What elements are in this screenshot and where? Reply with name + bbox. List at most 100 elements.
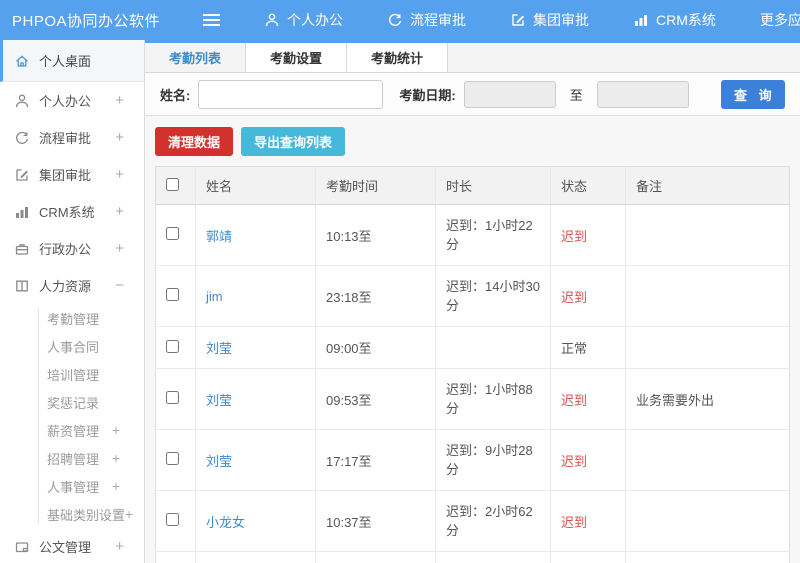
duration-cell: 迟到：14小时30分: [435, 265, 551, 327]
sidebar-subitem-salary-mgmt[interactable]: 薪资管理 +: [0, 416, 144, 444]
date-filter-label: 考勤日期:: [399, 87, 456, 103]
expand-icon[interactable]: +: [125, 506, 143, 522]
sidebar-subitem-basic-category-settings[interactable]: 基础类别设置 +: [0, 500, 144, 528]
expand-icon[interactable]: +: [115, 240, 130, 257]
duration-cell: 迟到：9小时28分: [435, 429, 551, 491]
sidebar-item-document-mgmt[interactable]: 公文管理 +: [0, 528, 144, 563]
sidebar-subitem-personnel-mgmt[interactable]: 人事管理 +: [0, 472, 144, 500]
status-badge: 迟到: [561, 514, 588, 530]
table-row: 刘莹 09:00至 正常: [155, 326, 790, 369]
attendance-time: 09:53至: [315, 368, 436, 430]
nav-workflow-approval[interactable]: 流程审批: [387, 10, 466, 30]
row-checkbox[interactable]: [166, 227, 179, 240]
flow-icon: [14, 130, 30, 146]
row-checkbox[interactable]: [166, 288, 179, 301]
chart-icon: [14, 204, 30, 220]
remark-cell: [625, 490, 790, 552]
expand-icon[interactable]: +: [112, 450, 130, 466]
tab-attendance-list[interactable]: 考勤列表: [145, 43, 247, 72]
sidebar-subitem-recruit-mgmt[interactable]: 招聘管理 +: [0, 444, 144, 472]
tab-attendance-stats[interactable]: 考勤统计: [347, 43, 449, 72]
col-time: 考勤时间: [315, 166, 436, 205]
duration-cell: [435, 326, 551, 369]
select-all-checkbox[interactable]: [166, 177, 179, 191]
employee-name-link[interactable]: jim: [206, 289, 223, 304]
edit-icon: [510, 12, 526, 28]
main-panel: 考勤列表 考勤设置 考勤统计 姓名: 考勤日期: 至 查 询 清理数据 导出查询…: [145, 40, 800, 563]
employee-name-link[interactable]: 小龙女: [206, 515, 245, 530]
tab-bar: 考勤列表 考勤设置 考勤统计: [145, 43, 800, 73]
sidebar-item-workflow-approval[interactable]: 流程审批 +: [0, 119, 144, 156]
date-to-input[interactable]: [596, 80, 689, 108]
tab-attendance-settings[interactable]: 考勤设置: [246, 43, 348, 72]
expand-icon[interactable]: +: [112, 478, 130, 494]
table-row: 郭靖 10:13至 迟到：1小时22分 迟到: [155, 204, 790, 266]
remark-cell: [625, 429, 790, 491]
date-to-label: 至: [569, 87, 583, 103]
col-duration: 时长: [435, 166, 551, 205]
col-remark: 备注: [625, 166, 790, 205]
edit-icon: [14, 167, 30, 183]
remark-cell: 1111: [625, 551, 790, 563]
top-nav: 个人办公 流程审批 集团审批 CRM系统 更多应用 ▼: [145, 10, 800, 30]
table-row: 刘莹 09:53至 迟到：1小时88分 迟到 业务需要外出: [155, 368, 790, 430]
sidebar-item-human-resources[interactable]: 人力资源 −: [0, 267, 144, 304]
sidebar-item-personal-office[interactable]: 个人办公 +: [0, 82, 144, 119]
status-badge: 迟到: [561, 453, 588, 469]
row-checkbox[interactable]: [166, 339, 179, 353]
search-button[interactable]: 查 询: [720, 79, 785, 109]
expand-icon[interactable]: +: [115, 166, 130, 183]
row-checkbox[interactable]: [166, 452, 179, 465]
name-filter-input[interactable]: [198, 79, 384, 109]
collapse-icon[interactable]: −: [115, 277, 130, 294]
sidebar-subitem-reward-records[interactable]: 奖惩记录: [0, 388, 144, 416]
content-area: 清理数据 导出查询列表 姓名 考勤时间 时长 状态 备注 郭靖 10:13至 迟…: [145, 116, 800, 563]
status-badge: 迟到: [561, 392, 588, 408]
sidebar-subitem-attendance-mgmt[interactable]: 考勤管理: [0, 304, 144, 332]
expand-icon[interactable]: +: [115, 92, 130, 109]
duration-cell: 迟到：1小时22分: [435, 204, 551, 266]
table-row: 刘莹 17:17至 迟到：9小时28分 迟到: [155, 429, 790, 491]
employee-name-link[interactable]: 刘莹: [206, 454, 232, 469]
expand-icon[interactable]: +: [115, 203, 130, 220]
nav-group-approval[interactable]: 集团审批: [510, 10, 589, 30]
sidebar-subitem-training-mgmt[interactable]: 培训管理: [0, 360, 144, 388]
nav-more-apps[interactable]: 更多应用 ▼: [760, 10, 800, 30]
attendance-time: 09:00至: [315, 326, 436, 369]
flow-icon: [387, 12, 403, 28]
home-icon: [14, 53, 30, 69]
export-list-button[interactable]: 导出查询列表: [241, 127, 346, 156]
row-checkbox[interactable]: [166, 513, 179, 526]
date-from-input[interactable]: [463, 80, 556, 108]
top-header: PHPOA协同办公软件 个人办公 流程审批 集团审批 CRM系统 更多应用 ▼: [0, 0, 800, 40]
toolbar: 清理数据 导出查询列表: [155, 127, 790, 156]
nav-crm[interactable]: CRM系统: [633, 10, 716, 30]
nav-personal-office[interactable]: 个人办公: [264, 10, 343, 30]
attendance-table: 姓名 考勤时间 时长 状态 备注 郭靖 10:13至 迟到：1小时22分 迟到: [155, 166, 790, 563]
remark-cell: [625, 265, 790, 327]
sidebar-item-group-approval[interactable]: 集团审批 +: [0, 156, 144, 193]
expand-icon[interactable]: +: [112, 422, 130, 438]
clean-data-button[interactable]: 清理数据: [155, 127, 234, 156]
book-icon: [14, 278, 30, 294]
employee-name-link[interactable]: 郭靖: [206, 229, 232, 244]
status-badge: 正常: [561, 341, 588, 356]
sidebar-item-crm[interactable]: CRM系统 +: [0, 193, 144, 230]
row-checkbox[interactable]: [166, 391, 179, 404]
sidebar-item-personal-desktop[interactable]: 个人桌面: [0, 40, 144, 82]
sidebar-subitem-hr-contract[interactable]: 人事合同: [0, 332, 144, 360]
col-status: 状态: [550, 166, 626, 205]
menu-icon[interactable]: [203, 14, 220, 26]
briefcase-icon: [14, 241, 30, 257]
app-logo: PHPOA协同办公软件: [12, 12, 161, 30]
expand-icon[interactable]: +: [115, 538, 130, 555]
employee-name-link[interactable]: 刘莹: [206, 341, 232, 356]
employee-name-link[interactable]: 刘莹: [206, 393, 232, 408]
sidebar-item-admin-office[interactable]: 行政办公 +: [0, 230, 144, 267]
duration-cell: 迟到：2小时62分: [435, 490, 551, 552]
duration-cell: 迟到：1小时88分: [435, 368, 551, 430]
duration-cell: 迟到：2小时90分早退：7小时10分: [435, 551, 551, 563]
expand-icon[interactable]: +: [115, 129, 130, 146]
remark-cell: [625, 204, 790, 266]
table-row: 管理员 10:54至10:54 迟到：2小时90分早退：7小时10分 迟到/早退…: [155, 551, 790, 563]
